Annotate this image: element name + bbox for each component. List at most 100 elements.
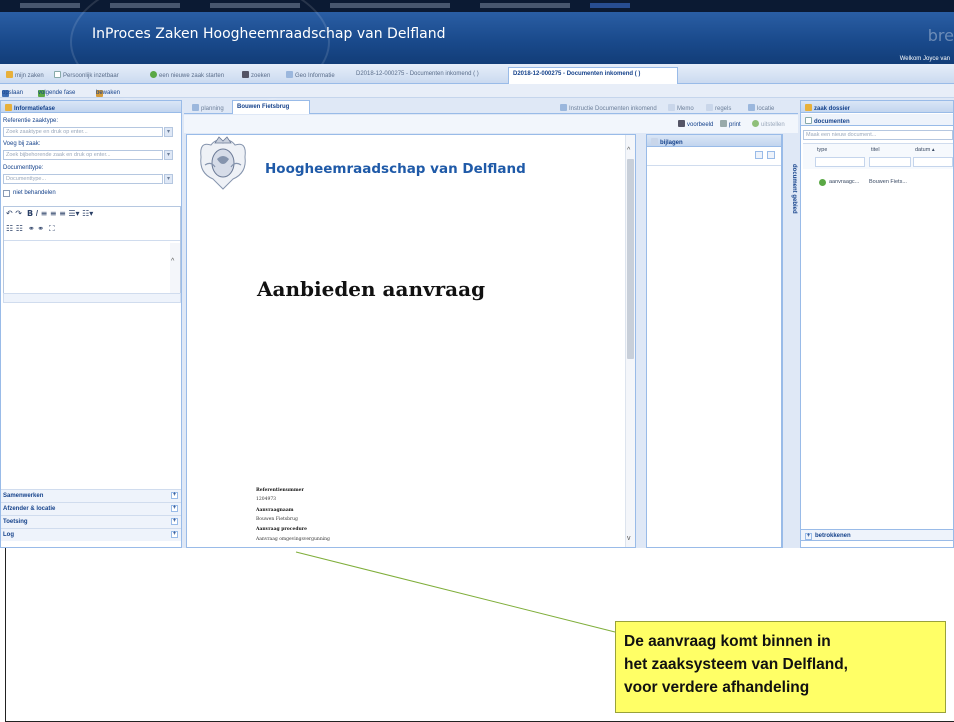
section-afzender-locatie[interactable]: Afzender & locatie +: [1, 502, 181, 515]
informatiefase-panel: Informatiefase Referentie zaaktype: Zoek…: [0, 100, 182, 548]
editor-toolbar-row-1: ↶ ↷ B I ≡ ≡ ≡ ☰▾ ☷▾: [6, 209, 94, 218]
meta-procedure-value: Aanvraag omgevingsvergunning: [256, 537, 330, 542]
expand-icon: +: [171, 505, 178, 512]
chevron-down-icon[interactable]: ▾: [164, 174, 173, 184]
locatie-button[interactable]: locatie: [744, 101, 784, 114]
annotation-callout: De aanvraag komt binnen in het zaaksyste…: [615, 621, 946, 713]
grid-view-icon[interactable]: [755, 151, 763, 159]
field-label-documenttype: Documenttype:: [3, 165, 44, 171]
chevron-down-icon[interactable]: ▾: [164, 127, 173, 137]
documents-grid-header: type titel datum ▴: [803, 143, 953, 169]
uitstellen-button[interactable]: uitstellen: [748, 117, 792, 130]
meta-aanvraagnaam-label: Aanvraagnaam: [256, 508, 294, 513]
meta-procedure-label: Aanvraag procedure: [256, 527, 307, 532]
scroll-thumb[interactable]: [627, 159, 634, 359]
attachment-icon: [651, 138, 658, 145]
search-icon: [242, 71, 249, 78]
zaak-dossier-header: zaak dossier: [801, 101, 953, 113]
bijlagen-panel: bijlagen: [646, 134, 782, 548]
clock-icon: [752, 120, 759, 127]
action-toolbar: opslaan volgende fase bewaken: [0, 84, 954, 98]
scroll-down-icon[interactable]: v: [627, 535, 631, 542]
document-status-icon: [819, 179, 826, 186]
zaak-dossier-panel: zaak dossier documenten Maak een nieuw d…: [800, 100, 954, 548]
organisation-name: Hoogheemraadschap van Delfland: [265, 161, 526, 177]
field-label-voeg-bij: Voeg bij zaak:: [3, 141, 41, 147]
folder-icon: [6, 71, 13, 78]
tab-zoeken[interactable]: zoeken: [238, 68, 278, 81]
document-subtoolbar: voorbeeld print uitstellen: [184, 115, 798, 133]
niet-behandelen-checkbox[interactable]: [3, 190, 10, 197]
document-heading: Aanbieden aanvraag: [257, 277, 486, 301]
annotation-line-3: voor verdere afhandeling: [624, 679, 810, 696]
instructie-button[interactable]: Instructie Documenten inkomend: [556, 101, 660, 114]
preview-icon: [678, 120, 685, 127]
annotation-line-2: het zaaksysteem van Delfland,: [624, 656, 848, 673]
voeg-bij-zaak-field[interactable]: Zoek bijbehorende zaak en druk op enter.…: [3, 150, 163, 160]
map-icon: [748, 104, 755, 111]
expand-icon: +: [171, 492, 178, 499]
document-tab-bar: planning Bouwen Fietsbrug Instructie Doc…: [184, 100, 798, 114]
print-button[interactable]: print: [716, 117, 746, 130]
voorbeeld-button[interactable]: voorbeeld: [674, 117, 714, 130]
betrokkenen-header[interactable]: + betrokkenen: [801, 529, 953, 541]
add-icon: [150, 71, 157, 78]
welcome-text: Welkom Joyce van: [899, 56, 950, 62]
tab-mijn-zaken[interactable]: mijn zaken: [2, 68, 46, 81]
info-icon: [560, 104, 567, 111]
filter-type[interactable]: [815, 157, 865, 167]
tab-bouwen-fietsbrug[interactable]: Bouwen Fietsbrug: [232, 100, 310, 114]
app-title: InProces Zaken Hoogheemraadschap van Del…: [92, 26, 446, 42]
new-document-input[interactable]: Maak een nieuw document...: [803, 130, 953, 140]
document-scrollbar[interactable]: ^ v: [625, 135, 635, 547]
map-icon: [286, 71, 293, 78]
folder-icon: [805, 104, 812, 111]
tab-persoonlijk[interactable]: Persoonlijk inzetbaar: [50, 68, 142, 81]
meta-referentienummer-label: Referentienummer: [256, 488, 304, 493]
chevron-down-icon[interactable]: ▾: [164, 150, 173, 160]
informatiefase-header: Informatiefase: [1, 101, 181, 113]
documenttype-field[interactable]: Documenttype...: [3, 174, 163, 184]
regels-button[interactable]: regels: [702, 101, 742, 114]
rules-icon: [706, 104, 713, 111]
annotation-line-1: De aanvraag komt binnen in: [624, 633, 831, 650]
bijlagen-header: bijlagen: [647, 135, 781, 147]
meta-referentienummer-value: 1204973: [256, 497, 277, 502]
filter-datum[interactable]: [913, 157, 953, 167]
info-icon: [5, 104, 12, 111]
delfland-seal-logo: [200, 136, 246, 190]
memo-icon: [668, 104, 675, 111]
main-tab-bar: mijn zaken Persoonlijk inzetbaar een nie…: [0, 64, 954, 84]
section-log[interactable]: Log +: [1, 528, 181, 541]
document-title-cell: Bouwen Fiets...: [869, 179, 907, 185]
section-samenwerken[interactable]: Samenwerken +: [1, 489, 181, 502]
documents-icon: [805, 117, 812, 124]
rich-text-editor[interactable]: ↶ ↷ B I ≡ ≡ ≡ ☰▾ ☷▾ ☷ ☷ ⚭ ⚭ ⛶ ^: [3, 206, 181, 301]
document-gebied-side-tab[interactable]: document gebied: [782, 134, 797, 548]
tab-nieuwe-zaak[interactable]: een nieuwe zaak starten: [146, 68, 234, 81]
expand-icon: +: [171, 531, 178, 538]
editor-scrollbar[interactable]: ^: [170, 243, 180, 299]
tab-documenten-inkomend-active[interactable]: D2018-12-000275 - Documenten inkomend ( …: [508, 67, 678, 84]
tab-documenten-inkomend-1[interactable]: D2018-12-000275 - Documenten inkomend ( …: [352, 68, 504, 81]
section-toetsing[interactable]: Toetsing +: [1, 515, 181, 528]
tab-geo-informatie[interactable]: Geo Informatie: [282, 68, 348, 81]
print-icon: [720, 120, 727, 127]
column-datum[interactable]: datum ▴: [915, 147, 935, 153]
memo-button[interactable]: Memo: [664, 101, 700, 114]
brand-logo-fragment: bre: [927, 26, 954, 45]
scroll-up-icon[interactable]: ^: [627, 147, 630, 154]
column-titel[interactable]: titel: [871, 147, 880, 153]
filter-titel[interactable]: [869, 157, 911, 167]
document-viewer[interactable]: Hoogheemraadschap van Delfland Aanbieden…: [186, 134, 636, 548]
expand-icon: +: [805, 533, 812, 540]
list-view-icon[interactable]: [767, 151, 775, 159]
slide-border-left: [5, 548, 6, 722]
column-type[interactable]: type: [817, 147, 827, 153]
editor-toolbar-row-2: ☷ ☷ ⚭ ⚭ ⛶: [6, 224, 55, 233]
document-row[interactable]: aanvraagc... Bouwen Fiets...: [803, 177, 953, 188]
tab-planning[interactable]: planning: [188, 101, 230, 114]
documenten-header: documenten: [801, 114, 953, 126]
meta-aanvraagnaam-value: Bouwen Fietsbrug: [256, 517, 298, 522]
referentie-zaaktype-field[interactable]: Zoek zaaktype en druk op enter...: [3, 127, 163, 137]
